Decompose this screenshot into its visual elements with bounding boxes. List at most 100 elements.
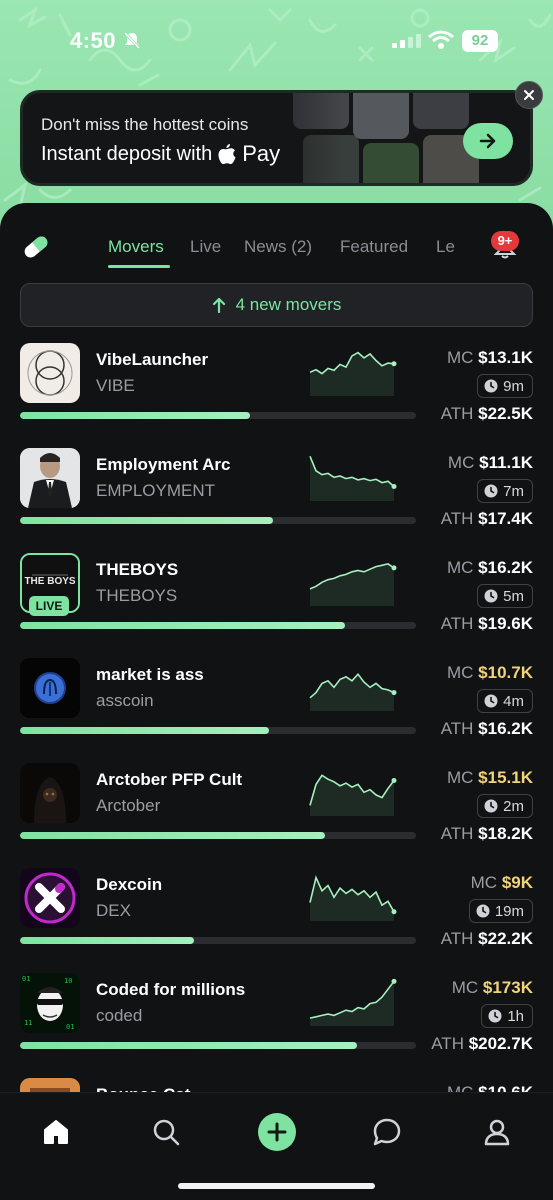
sparkline-last-point [391, 565, 397, 571]
active-tab-indicator [108, 265, 170, 268]
coin-list: VibeLauncher VIBE MC $13.1K 9m ATH $22.5… [0, 333, 553, 1093]
market-cap: MC $173K [452, 978, 533, 998]
coin-row[interactable]: Employment Arc EMPLOYMENT MC $11.1K 7m A… [0, 443, 553, 548]
tab-news[interactable]: News (2) [244, 237, 312, 257]
market-cap-label: MC [446, 768, 474, 787]
ath-progress-fill [20, 832, 325, 839]
sparkline-chart [309, 978, 397, 1026]
tab-leaderboard[interactable]: Le [436, 237, 455, 257]
ath-progress-fill [20, 412, 250, 419]
tab-movers[interactable]: Movers [108, 237, 164, 257]
market-cap-label: MC [470, 873, 498, 892]
promo-fade [223, 93, 343, 183]
ath-progress-bar [20, 517, 416, 524]
notification-badge: 9+ [491, 231, 519, 251]
market-cap: MC $13.1K [447, 348, 533, 368]
market-cap-label: MC [447, 453, 475, 472]
nav-profile[interactable] [480, 1115, 514, 1149]
promo-banner[interactable]: Don't miss the hottest coins Instant dep… [20, 90, 533, 186]
age-value: 2m [503, 797, 524, 815]
coin-row[interactable]: 01 10 11 01 Coded for millions coded MC $17… [0, 968, 553, 1073]
coin-row[interactable]: Bounce Cat MC $10.6K [0, 1073, 553, 1093]
chat-icon [373, 1118, 401, 1146]
pill-logo-icon[interactable] [20, 231, 52, 263]
ath-progress-fill [20, 937, 195, 944]
age-badge: 2m [477, 794, 533, 818]
bell-mute-icon [123, 31, 141, 50]
profile-icon [484, 1119, 510, 1146]
promo-tile [353, 93, 409, 139]
market-cap: MC $16.2K [447, 558, 533, 578]
clock-icon [484, 799, 498, 813]
arrow-up-icon [212, 297, 225, 313]
coin-row[interactable]: VibeLauncher VIBE MC $13.1K 9m ATH $22.5… [0, 338, 553, 443]
ath-amount: $22.2K [478, 929, 533, 948]
tab-featured[interactable]: Featured [340, 237, 408, 257]
promo-go-button[interactable] [463, 123, 513, 159]
home-icon [44, 1120, 68, 1144]
sparkline-last-point [391, 361, 397, 367]
sparkline-chart [309, 672, 397, 711]
nav-create-button[interactable] [258, 1113, 296, 1151]
market-cap-value: $13.1K [478, 348, 533, 367]
sparkline-area [310, 352, 394, 396]
ath-progress-bar [20, 622, 416, 629]
sparkline-last-point [391, 484, 397, 489]
promo-tile [413, 93, 469, 129]
apple-pay-label: Pay [242, 141, 281, 166]
sparkline-area [310, 456, 394, 501]
svg-text:01: 01 [22, 975, 30, 983]
promo-headline: Don't miss the hottest coins [41, 115, 249, 134]
ath-amount: $19.6K [478, 614, 533, 633]
coin-ticker: Arctober [96, 796, 161, 815]
clock-icon [484, 589, 498, 603]
promo-subline: Instant deposit with Pay [41, 141, 280, 167]
coin-row[interactable]: Arctober PFP Cult Arctober MC $15.1K 2m … [0, 758, 553, 863]
sparkline-chart [309, 563, 397, 606]
ath-amount: $22.5K [478, 404, 533, 423]
coin-name: Employment Arc [96, 455, 231, 474]
sparkline-area [310, 981, 394, 1026]
market-cap: MC $11.1K [448, 453, 533, 473]
wifi-icon [428, 30, 454, 49]
ath-label: ATH [431, 1034, 464, 1053]
svg-text:01: 01 [66, 1023, 74, 1031]
ath-label: ATH [440, 719, 474, 738]
age-badge: 4m [477, 689, 533, 713]
clock-icon [484, 484, 498, 498]
promo-close-button[interactable] [515, 81, 543, 109]
new-movers-button[interactable]: 4 new movers [20, 283, 533, 327]
coin-row[interactable]: market is ass asscoin MC $10.7K 4m ATH $… [0, 653, 553, 758]
market-cap: MC $10.7K [447, 663, 533, 683]
ath-value: ATH $19.6K [441, 614, 533, 634]
tab-live[interactable]: Live [190, 237, 221, 257]
coin-ticker: coded [96, 1006, 143, 1025]
nav-home[interactable] [39, 1115, 73, 1149]
clock-icon [484, 379, 498, 393]
ath-progress-bar [20, 412, 416, 419]
coin-name: Dexcoin [96, 875, 163, 894]
ath-value: ATH $22.2K [441, 929, 533, 949]
sparkline-chart [309, 774, 397, 816]
clock-icon [476, 904, 490, 918]
coin-ticker: VIBE [96, 376, 135, 395]
sparkline-area [310, 563, 394, 606]
vibe-logo-icon [27, 350, 73, 396]
coin-row[interactable]: Dexcoin DEX MC $9K 19m ATH $22.2K [0, 863, 553, 968]
nav-search[interactable] [149, 1115, 183, 1149]
nav-chat[interactable] [370, 1115, 404, 1149]
main-panel: Movers Live News (2) Featured Le 9+ 4 ne… [0, 203, 553, 1200]
sparkline-last-point [391, 690, 397, 696]
coin-row[interactable]: THE BOYS LIVE THEBOYS THEBOYS MC $16.2K … [0, 548, 553, 653]
coin-avatar [20, 868, 80, 928]
ath-label: ATH [440, 404, 474, 423]
svg-text:THE BOYS: THE BOYS [24, 576, 75, 587]
new-movers-label: 4 new movers [235, 295, 342, 314]
coin-name: Arctober PFP Cult [96, 770, 243, 789]
signal-icon [392, 34, 421, 48]
coin-ticker: EMPLOYMENT [96, 481, 216, 500]
apple-icon [218, 143, 236, 164]
coin-avatar [20, 448, 80, 508]
ath-progress-bar [20, 937, 416, 944]
ath-value: ATH $17.4K [441, 509, 533, 529]
